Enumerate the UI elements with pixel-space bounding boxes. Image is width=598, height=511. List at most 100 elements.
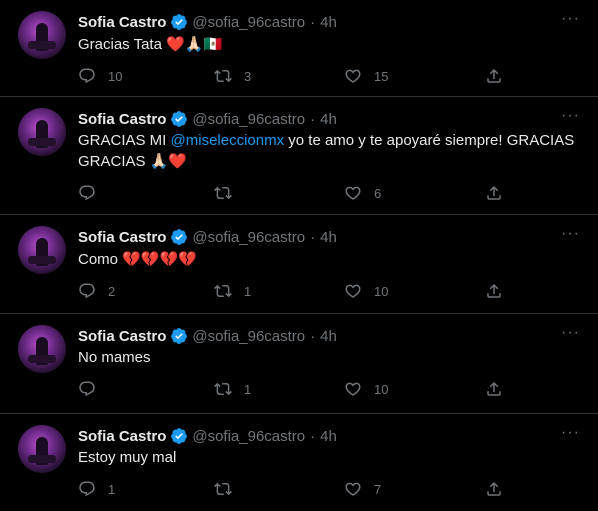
- reply-button[interactable]: [78, 184, 108, 202]
- share-button[interactable]: [485, 282, 503, 300]
- tweet-actions: 2 1 10: [78, 282, 582, 302]
- tweet-body: Sofia Castro @sofia_96castro · 4h No mam…: [78, 326, 582, 400]
- reply-count: 2: [108, 283, 116, 299]
- more-icon[interactable]: ···: [561, 225, 580, 243]
- avatar[interactable]: [18, 226, 66, 274]
- avatar-figure-base: [28, 256, 56, 264]
- tweet-actions: 1 7: [78, 480, 582, 500]
- tweet-body: Sofia Castro @sofia_96castro · 4h Gracia…: [78, 12, 582, 87]
- retweet-button[interactable]: [214, 184, 244, 202]
- like-button[interactable]: 10: [344, 282, 388, 300]
- tweet[interactable]: ··· Sofia Castro @sofia_96castro · 4h No…: [0, 314, 598, 414]
- timestamp[interactable]: 4h: [320, 14, 337, 31]
- emoji: 🙏🏻❤️: [149, 152, 188, 170]
- heart-icon: [345, 382, 361, 396]
- user-name[interactable]: Sofia Castro: [78, 328, 166, 345]
- like-button[interactable]: 7: [344, 480, 381, 498]
- avatar-figure-base: [28, 455, 56, 463]
- heart-icon: [345, 482, 361, 496]
- tweet-text: Gracias Tata ❤️🙏🏻🇲🇽: [78, 34, 582, 55]
- retweet-icon: [214, 482, 232, 496]
- user-name[interactable]: Sofia Castro: [78, 111, 166, 128]
- avatar-figure-base: [28, 41, 56, 49]
- like-count: 6: [374, 185, 382, 201]
- like-button[interactable]: 15: [344, 67, 388, 85]
- tweet-header: Sofia Castro @sofia_96castro · 4h: [78, 12, 582, 32]
- tweet-text: Estoy muy mal: [78, 448, 582, 468]
- tweet[interactable]: ··· Sofia Castro @sofia_96castro · 4h Es…: [0, 414, 598, 511]
- reply-icon: [79, 481, 95, 497]
- like-button[interactable]: 10: [344, 380, 388, 398]
- share-button[interactable]: [485, 184, 503, 202]
- avatar-figure-base: [28, 138, 56, 146]
- timestamp[interactable]: 4h: [320, 111, 337, 128]
- more-icon[interactable]: ···: [561, 107, 580, 125]
- heart-icon: [345, 186, 361, 200]
- like-count: 15: [374, 68, 389, 84]
- tweet-text: GRACIAS MI @miseleccionmx yo te amo y te…: [78, 131, 582, 172]
- more-icon[interactable]: ···: [561, 424, 580, 442]
- avatar[interactable]: [18, 11, 66, 59]
- share-button[interactable]: [485, 67, 503, 85]
- emoji: 💔💔💔💔: [122, 250, 197, 268]
- more-icon[interactable]: ···: [561, 10, 580, 28]
- tweet-body: Sofia Castro @sofia_96castro · 4h Estoy …: [78, 426, 582, 500]
- avatar[interactable]: [18, 325, 66, 373]
- user-name[interactable]: Sofia Castro: [78, 14, 166, 31]
- tweet[interactable]: ··· Sofia Castro @sofia_96castro · 4h Gr…: [0, 0, 598, 97]
- tweet-text: Como 💔💔💔💔: [78, 249, 582, 270]
- reply-button[interactable]: 1: [78, 480, 115, 498]
- reply-icon: [79, 381, 95, 397]
- tweet-header: Sofia Castro @sofia_96castro · 4h: [78, 109, 582, 129]
- verified-badge-icon: [171, 14, 188, 30]
- tweet-header: Sofia Castro @sofia_96castro · 4h: [78, 326, 582, 346]
- retweet-button[interactable]: 3: [214, 67, 251, 85]
- tweet-text-content: GRACIAS MI: [78, 132, 171, 149]
- share-icon: [487, 381, 501, 396]
- user-handle[interactable]: @sofia_96castro: [192, 229, 305, 246]
- more-icon[interactable]: ···: [561, 324, 580, 342]
- user-handle[interactable]: @sofia_96castro: [192, 111, 305, 128]
- share-icon: [487, 481, 501, 496]
- reply-icon: [79, 68, 95, 84]
- user-handle[interactable]: @sofia_96castro: [192, 328, 305, 345]
- user-name[interactable]: Sofia Castro: [78, 229, 166, 246]
- tweet-body: Sofia Castro @sofia_96castro · 4h GRACIA…: [78, 109, 582, 204]
- heart-icon: [345, 284, 361, 298]
- user-handle[interactable]: @sofia_96castro: [192, 14, 305, 31]
- tweet-text-content: Gracias Tata: [78, 36, 162, 53]
- separator-dot: ·: [310, 327, 316, 345]
- retweet-button[interactable]: [214, 480, 244, 498]
- avatar[interactable]: [18, 108, 66, 156]
- avatar[interactable]: [18, 425, 66, 473]
- share-button[interactable]: [485, 380, 503, 398]
- retweet-button[interactable]: 1: [214, 282, 251, 300]
- tweet-text-content: No mames: [78, 349, 151, 366]
- verified-badge-icon: [171, 229, 188, 245]
- user-name[interactable]: Sofia Castro: [78, 428, 166, 445]
- timestamp[interactable]: 4h: [320, 328, 337, 345]
- retweet-icon: [214, 69, 232, 83]
- reply-button[interactable]: 10: [78, 67, 122, 85]
- retweet-count: 1: [244, 381, 252, 397]
- tweet[interactable]: ··· Sofia Castro @sofia_96castro · 4h GR…: [0, 97, 598, 215]
- like-count: 7: [374, 481, 382, 497]
- tweet-header: Sofia Castro @sofia_96castro · 4h: [78, 426, 582, 446]
- retweet-button[interactable]: 1: [214, 380, 251, 398]
- share-button[interactable]: [485, 480, 503, 498]
- like-button[interactable]: 6: [344, 184, 381, 202]
- reply-count: 10: [108, 68, 123, 84]
- retweet-icon: [214, 382, 232, 396]
- tweet-header: Sofia Castro @sofia_96castro · 4h: [78, 227, 582, 247]
- timestamp[interactable]: 4h: [320, 229, 337, 246]
- reply-button[interactable]: 2: [78, 282, 115, 300]
- user-handle[interactable]: @sofia_96castro: [192, 428, 305, 445]
- reply-button[interactable]: [78, 380, 108, 398]
- avatar-figure-base: [28, 355, 56, 363]
- tweet[interactable]: ··· Sofia Castro @sofia_96castro · 4h Co…: [0, 215, 598, 314]
- retweet-count: 3: [244, 68, 252, 84]
- share-icon: [487, 185, 501, 200]
- timestamp[interactable]: 4h: [320, 428, 337, 445]
- mention-link[interactable]: @miseleccionmx: [171, 132, 285, 149]
- emoji: ❤️🙏🏻🇲🇽: [166, 35, 223, 53]
